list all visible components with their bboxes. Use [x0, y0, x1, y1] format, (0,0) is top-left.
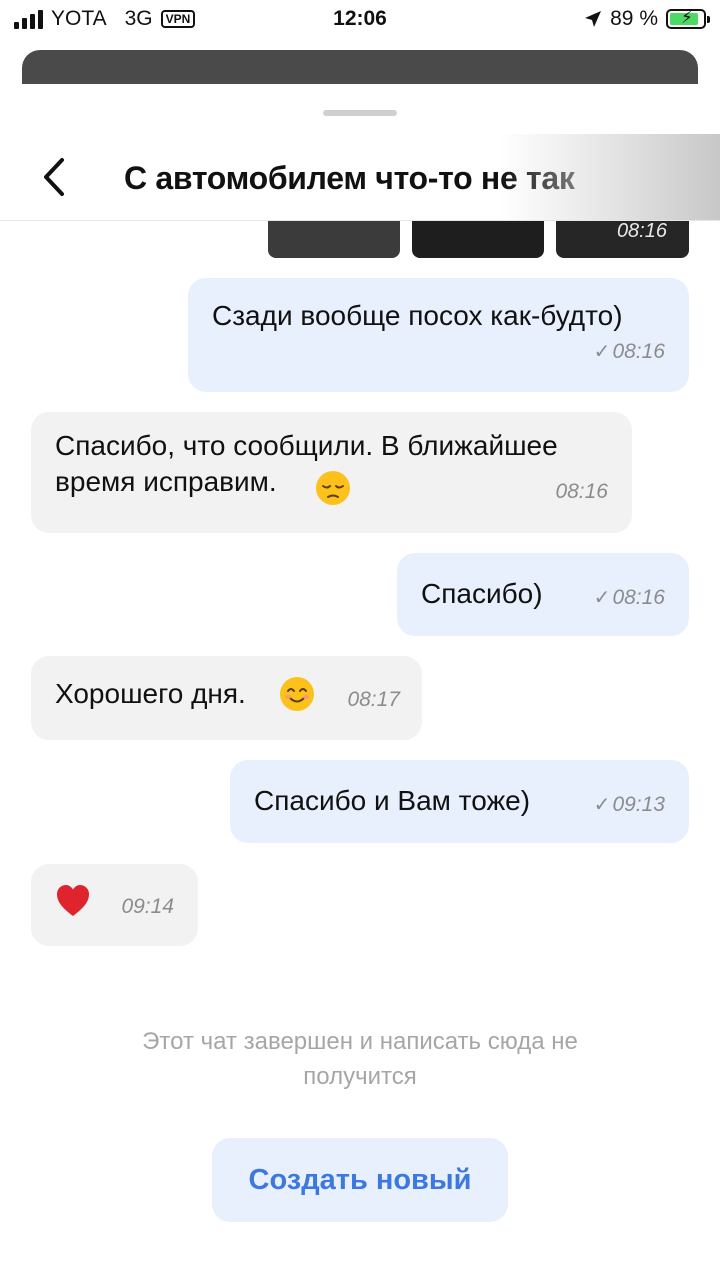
message-time: 09:14 [121, 895, 174, 918]
chat-sheet: С автомобилем что-то не так 08:16 Сзади … [0, 84, 720, 1280]
message-time: ✓08:16 [593, 340, 665, 363]
pensive-face-icon [316, 471, 350, 505]
message-text: Спасибо) [421, 578, 543, 609]
photo-thumbnail[interactable] [412, 220, 544, 258]
red-heart-icon [57, 885, 89, 916]
status-right: 89 % ⚡ [584, 7, 710, 31]
page-title: С автомобилем что-то не так [124, 160, 575, 196]
message-bubble-incoming[interactable]: 09:14 [31, 864, 198, 946]
message-text: Хорошего дня. [55, 678, 246, 709]
chevron-left-icon [44, 158, 64, 196]
battery-icon: ⚡ [666, 8, 710, 29]
battery-percent: 89 % [610, 7, 658, 30]
location-arrow-icon [585, 11, 602, 27]
message-time: 08:17 [347, 688, 400, 711]
message-bubble-outgoing[interactable]: Спасибо) ✓08:16 [397, 553, 689, 636]
back-button[interactable] [34, 154, 78, 200]
message-bubble-outgoing[interactable]: Спасибо и Вам тоже) ✓09:13 [230, 760, 689, 843]
create-new-button[interactable]: Создать новый [212, 1138, 508, 1222]
message-time: 08:16 [555, 480, 608, 503]
check-icon: ✓ [593, 794, 611, 816]
chat-ended-notice: Этот чат завершен и написать сюда не пол… [142, 1028, 578, 1090]
charging-bolt-icon: ⚡ [681, 8, 693, 27]
message-bubble-incoming[interactable]: Хорошего дня. 08:17 [31, 656, 422, 740]
smiling-face-icon [280, 677, 314, 711]
check-icon: ✓ [593, 587, 611, 609]
check-icon: ✓ [593, 341, 611, 363]
photo-time: 08:16 [616, 220, 667, 242]
photo-thumbnail[interactable]: 08:16 [556, 220, 689, 258]
sheet-grabber[interactable] [323, 110, 397, 116]
message-text: Сзади вообще посох как-будто) [212, 300, 623, 331]
message-bubble-incoming[interactable]: Спасибо, что сообщили. В ближайшее время… [31, 412, 632, 533]
message-time: ✓08:16 [593, 586, 665, 609]
photo-thumbnail[interactable] [268, 220, 400, 258]
message-time: ✓09:13 [593, 793, 665, 816]
status-bar: YOTA 3G VPN 12:06 89 % ⚡ [0, 0, 720, 40]
chat-header: С автомобилем что-то не так [0, 134, 720, 221]
message-bubble-outgoing[interactable]: Сзади вообще посох как-будто) ✓08:16 [188, 278, 689, 392]
message-text: Спасибо и Вам тоже) [254, 785, 531, 816]
